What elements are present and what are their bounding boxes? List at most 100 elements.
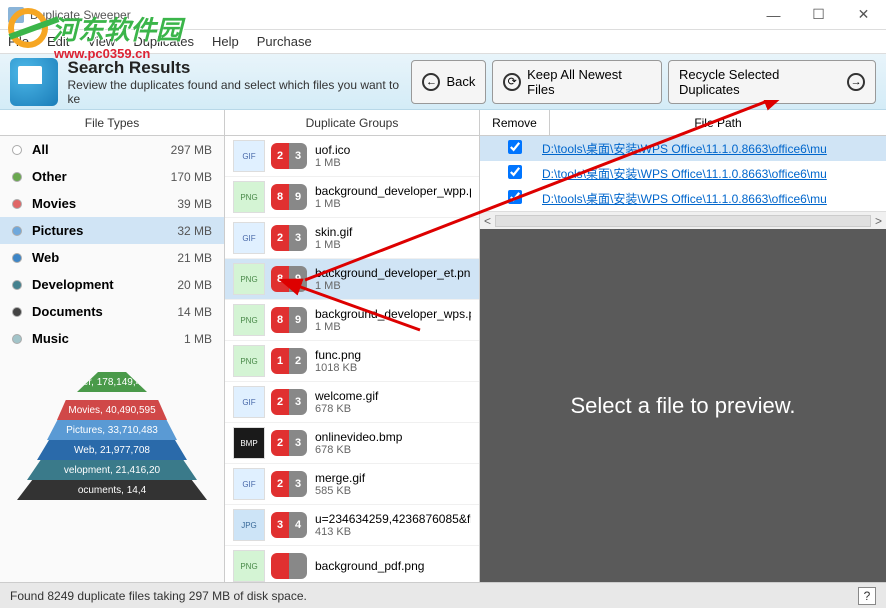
close-button[interactable]: ✕ xyxy=(841,0,886,30)
menu-duplicates[interactable]: Duplicates xyxy=(133,34,194,49)
duplicate-count-badges: 3 4 xyxy=(271,512,307,538)
file-thumbnail-icon: GIF xyxy=(233,468,265,500)
file-types-header: File Types xyxy=(0,110,224,136)
duplicate-count-badges: 2 3 xyxy=(271,389,307,415)
menu-file[interactable]: File xyxy=(8,34,29,49)
group-filesize: 1 MB xyxy=(315,198,471,210)
type-size: 21 MB xyxy=(177,251,212,265)
keep-newest-label: Keep All Newest Files xyxy=(527,67,651,97)
menu-purchase[interactable]: Purchase xyxy=(257,34,312,49)
file-path-column-header[interactable]: File Path xyxy=(550,110,886,135)
type-name: Pictures xyxy=(32,223,177,238)
remove-column-header[interactable]: Remove xyxy=(480,110,550,135)
titlebar: Duplicate Sweeper — ☐ ✕ xyxy=(0,0,886,30)
type-size: 170 MB xyxy=(171,170,212,184)
group-filename: background_developer_et.png xyxy=(315,266,471,280)
type-row-development[interactable]: Development 20 MB xyxy=(0,271,224,298)
menu-view[interactable]: View xyxy=(87,34,115,49)
group-filesize: 585 KB xyxy=(315,485,471,497)
menu-help[interactable]: Help xyxy=(212,34,239,49)
badge-selected: 2 xyxy=(271,225,289,251)
group-row[interactable]: PNG 8 9 background_developer_wpp.p 1 MB xyxy=(225,177,479,218)
back-button[interactable]: ← Back xyxy=(411,60,486,104)
type-row-pictures[interactable]: Pictures 32 MB xyxy=(0,217,224,244)
type-row-documents[interactable]: Documents 14 MB xyxy=(0,298,224,325)
group-row[interactable]: BMP 2 3 onlinevideo.bmp 678 KB xyxy=(225,423,479,464)
type-name: Web xyxy=(32,250,177,265)
menu-edit[interactable]: Edit xyxy=(47,34,69,49)
type-color-dot xyxy=(12,145,22,155)
preview-placeholder: Select a file to preview. xyxy=(570,393,795,419)
type-row-web[interactable]: Web 21 MB xyxy=(0,244,224,271)
pyramid-layer: ocuments, 14,4 xyxy=(17,480,207,500)
remove-checkbox[interactable] xyxy=(508,165,522,179)
scrollbar-track[interactable] xyxy=(495,215,871,227)
type-row-music[interactable]: Music 1 MB xyxy=(0,325,224,352)
badge-total: 3 xyxy=(289,143,307,169)
type-size: 32 MB xyxy=(177,224,212,238)
file-thumbnail-icon: PNG xyxy=(233,181,265,213)
file-row[interactable]: D:\tools\桌面\安装\WPS Office\11.1.0.8663\of… xyxy=(480,136,886,161)
help-icon[interactable]: ? xyxy=(858,587,876,605)
scroll-left-icon[interactable]: < xyxy=(484,214,491,228)
file-path-link[interactable]: D:\tools\桌面\安装\WPS Office\11.1.0.8663\of… xyxy=(542,190,878,207)
group-filename: background_developer_wpp.p xyxy=(315,184,471,198)
group-row[interactable]: PNG 1 2 func.png 1018 KB xyxy=(225,341,479,382)
file-detail-panel: Remove File Path D:\tools\桌面\安装\WPS Offi… xyxy=(480,110,886,582)
keep-newest-button[interactable]: ⟳ Keep All Newest Files xyxy=(492,60,662,104)
group-row[interactable]: GIF 2 3 skin.gif 1 MB xyxy=(225,218,479,259)
group-filesize: 413 KB xyxy=(315,526,471,538)
group-filename: uof.ico xyxy=(315,143,471,157)
badge-selected: 2 xyxy=(271,143,289,169)
group-row[interactable]: PNG 8 9 background_developer_et.png 1 MB xyxy=(225,259,479,300)
file-thumbnail-icon: GIF xyxy=(233,386,265,418)
badge-selected: 2 xyxy=(271,389,289,415)
minimize-button[interactable]: — xyxy=(751,0,796,30)
badge-total: 3 xyxy=(289,430,307,456)
status-text: Found 8249 duplicate files taking 297 MB… xyxy=(10,589,307,603)
maximize-button[interactable]: ☐ xyxy=(796,0,841,30)
type-color-dot xyxy=(12,226,22,236)
file-path-link[interactable]: D:\tools\桌面\安装\WPS Office\11.1.0.8663\of… xyxy=(542,140,878,157)
remove-checkbox[interactable] xyxy=(508,140,522,154)
duplicate-count-badges: 8 9 xyxy=(271,307,307,333)
type-color-dot xyxy=(12,334,22,344)
pyramid-layer: er, 178,149,4 xyxy=(77,372,147,392)
file-thumbnail-icon: GIF xyxy=(233,222,265,254)
badge-total: 4 xyxy=(289,512,307,538)
group-row[interactable]: JPG 3 4 u=234634259,4236876085&fm 413 KB xyxy=(225,505,479,546)
type-row-all[interactable]: All 297 MB xyxy=(0,136,224,163)
statusbar: Found 8249 duplicate files taking 297 MB… xyxy=(0,582,886,608)
refresh-icon: ⟳ xyxy=(503,73,521,91)
file-thumbnail-icon: PNG xyxy=(233,263,265,295)
group-row[interactable]: PNG background_pdf.png xyxy=(225,546,479,582)
duplicate-count-badges: 8 9 xyxy=(271,184,307,210)
app-icon xyxy=(8,7,24,23)
group-row[interactable]: PNG 8 9 background_developer_wps.pn 1 MB xyxy=(225,300,479,341)
badge-total: 2 xyxy=(289,348,307,374)
badge-selected: 2 xyxy=(271,471,289,497)
file-row[interactable]: D:\tools\桌面\安装\WPS Office\11.1.0.8663\of… xyxy=(480,186,886,211)
file-thumbnail-icon: GIF xyxy=(233,140,265,172)
remove-checkbox[interactable] xyxy=(508,190,522,204)
type-row-movies[interactable]: Movies 39 MB xyxy=(0,190,224,217)
badge-selected: 1 xyxy=(271,348,289,374)
type-name: Development xyxy=(32,277,177,292)
scroll-right-icon[interactable]: > xyxy=(875,214,882,228)
badge-selected xyxy=(271,553,289,579)
horizontal-scrollbar[interactable]: < > xyxy=(480,211,886,229)
file-row[interactable]: D:\tools\桌面\安装\WPS Office\11.1.0.8663\of… xyxy=(480,161,886,186)
arrow-right-icon: → xyxy=(847,73,865,91)
file-path-link[interactable]: D:\tools\桌面\安装\WPS Office\11.1.0.8663\of… xyxy=(542,165,878,182)
type-row-other[interactable]: Other 170 MB xyxy=(0,163,224,190)
file-thumbnail-icon: JPG xyxy=(233,509,265,541)
recycle-button[interactable]: Recycle Selected Duplicates → xyxy=(668,60,876,104)
pyramid-layer: velopment, 21,416,20 xyxy=(27,460,197,480)
group-filesize: 1 MB xyxy=(315,280,471,292)
duplicate-count-badges: 2 3 xyxy=(271,430,307,456)
duplicate-groups-panel: Duplicate Groups GIF 2 3 uof.ico 1 MB PN… xyxy=(225,110,480,582)
group-row[interactable]: GIF 2 3 merge.gif 585 KB xyxy=(225,464,479,505)
group-filename: onlinevideo.bmp xyxy=(315,430,471,444)
group-row[interactable]: GIF 2 3 welcome.gif 678 KB xyxy=(225,382,479,423)
group-row[interactable]: GIF 2 3 uof.ico 1 MB xyxy=(225,136,479,177)
